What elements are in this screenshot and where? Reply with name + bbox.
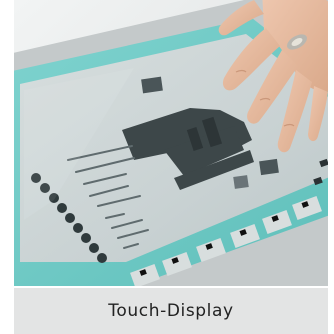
figure: Touch-Display	[0, 0, 334, 334]
caption-bar: Touch-Display	[14, 288, 328, 334]
touch-panel-photo	[14, 0, 328, 286]
caption: Touch-Display	[108, 301, 234, 321]
touch-panel-illustration	[14, 0, 328, 286]
